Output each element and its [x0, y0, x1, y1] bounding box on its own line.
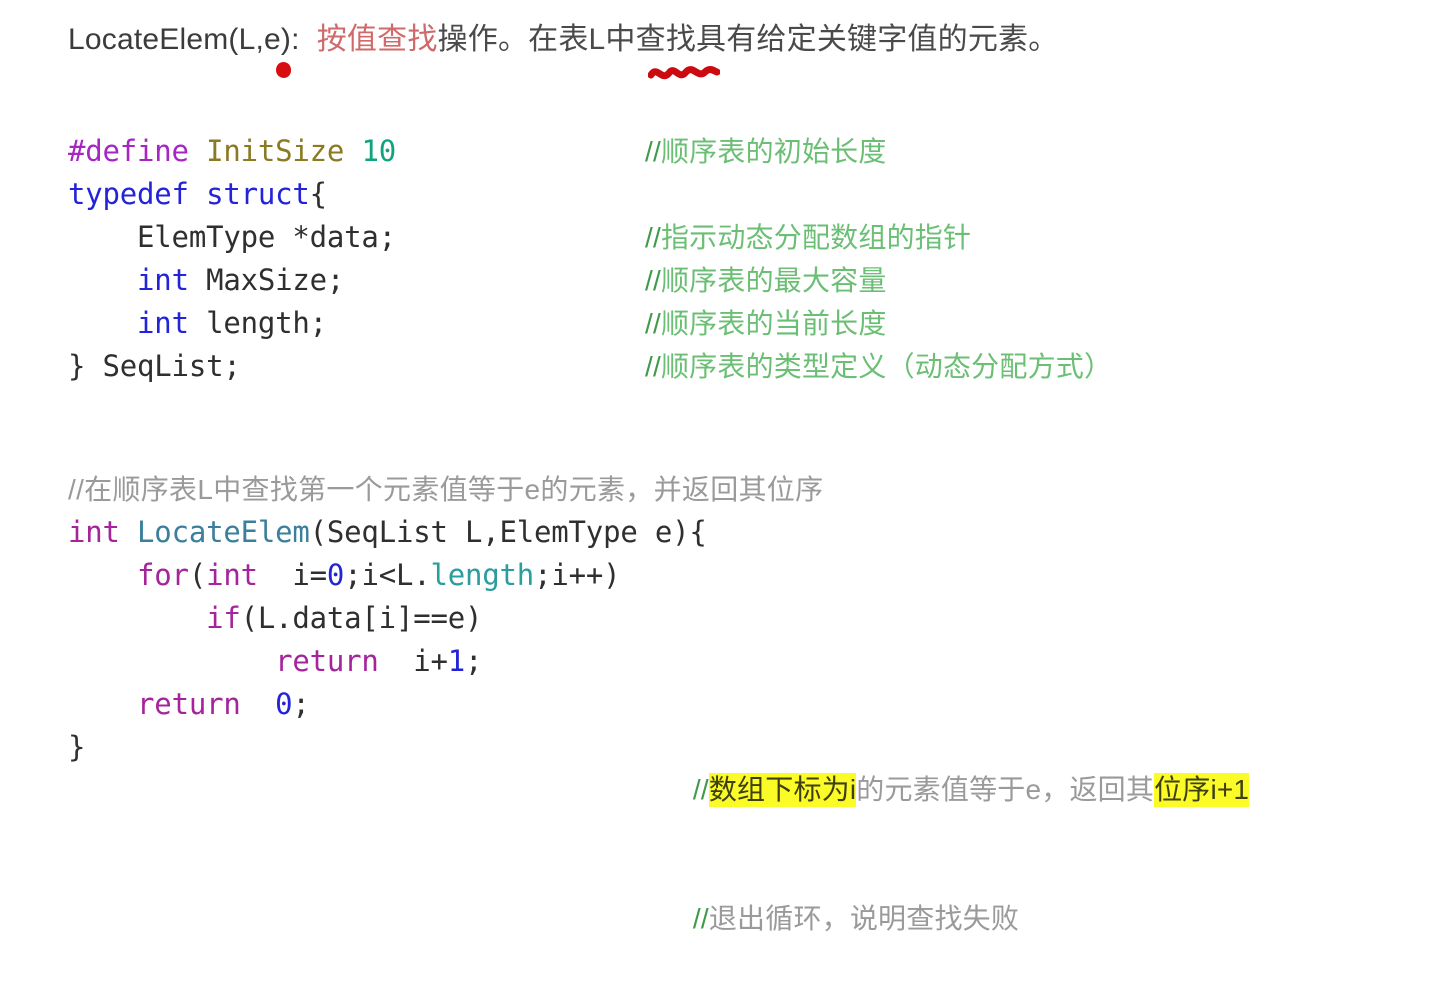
red-squiggle-annotation-icon	[647, 62, 721, 84]
title-highlight-term: 按值查找	[316, 23, 438, 56]
code-token: int	[206, 558, 258, 592]
comment-text: 顺序表的类型定义（动态分配方式）	[660, 351, 1113, 382]
comment-slashes: //	[645, 308, 661, 339]
code-token: int	[137, 306, 189, 340]
highlight-array-index: 数组下标为i	[708, 773, 857, 807]
code-token: return	[137, 687, 241, 721]
code-line: if(L.data[i]==e)	[68, 597, 707, 640]
code-token: if	[206, 601, 241, 635]
function-code-block: int LocateElem(SeqList L,ElemType e){ fo…	[68, 468, 707, 769]
struct-comment-line: //指示动态分配数组的指针	[645, 216, 1112, 259]
code-line: } SeqList;	[68, 345, 396, 388]
code-token: int	[68, 515, 120, 549]
highlight-position-index: 位序i+1	[1154, 773, 1250, 807]
code-token: (SeqList L,ElemType e){	[309, 515, 707, 549]
comment-slashes-exit: //	[692, 903, 709, 934]
comment-slashes: //	[645, 351, 661, 382]
comment-text: 指示动态分配数组的指针	[660, 222, 972, 253]
exit-comment-line: //退出循环，说明查找失败	[645, 854, 1249, 934]
code-token: i=	[257, 558, 327, 592]
code-token: length	[430, 558, 535, 592]
code-token: ;i++)	[534, 558, 621, 592]
comment-slashes: //	[645, 265, 661, 296]
comment-text: 顺序表的初始长度	[660, 136, 887, 167]
struct-code-block: #define InitSize 10 typedef struct{ ElemT…	[68, 130, 396, 388]
code-token: ;i<L.	[344, 558, 431, 592]
comment-slashes: //	[692, 774, 709, 805]
code-token: 0	[326, 558, 345, 592]
code-token: (L.data[i]==e)	[240, 601, 483, 635]
code-line: int length;	[68, 302, 396, 345]
code-token: 10	[361, 134, 396, 168]
code-token: }	[68, 730, 86, 764]
comment-slashes: //	[645, 136, 661, 167]
code-token: InitSize	[206, 134, 345, 168]
code-line: int MaxSize;	[68, 259, 396, 302]
code-token: (	[188, 558, 207, 592]
code-token: ElemType *data;	[68, 220, 396, 254]
return-comment-line: //数组下标为i的元素值等于e，返回其位序i+1	[645, 725, 1250, 807]
code-token: 1	[447, 644, 465, 678]
code-token: LocateElem	[137, 515, 310, 549]
code-token: ;	[465, 644, 483, 678]
code-token: typedef struct	[68, 177, 310, 211]
struct-comment-line: //顺序表的类型定义（动态分配方式）	[645, 345, 1112, 388]
return-comment-middle: 的元素值等于e，返回其	[856, 774, 1155, 805]
code-line: for(int i=0;i<L.length;i++)	[68, 554, 707, 597]
code-token: {	[309, 177, 327, 211]
struct-comment-line	[645, 173, 1112, 216]
code-token: for	[137, 558, 189, 592]
code-token: ;	[292, 687, 310, 721]
comment-text: 顺序表的最大容量	[660, 265, 887, 296]
code-token: 0	[275, 687, 293, 721]
code-token: i+	[378, 644, 448, 678]
red-dot-annotation-icon	[274, 61, 293, 79]
squiggle-svg	[647, 66, 721, 80]
struct-comment-line: //顺序表的最大容量	[645, 259, 1112, 302]
struct-comment-line: //顺序表的初始长度	[645, 130, 1112, 173]
page-title: LocateElem(L,e): 按值查找操作。在表L中查找具有给定关键字值的元…	[68, 20, 1058, 60]
code-line: return i+1;	[68, 640, 707, 683]
code-line: typedef struct{	[68, 173, 396, 216]
function-comment-column: //数组下标为i的元素值等于e，返回其位序i+1 //退出循环，说明查找失败	[645, 639, 1250, 983]
code-line: }	[68, 726, 707, 769]
slide-canvas: LocateElem(L,e): 按值查找操作。在表L中查找具有给定关键字值的元…	[0, 0, 1445, 934]
code-line: int LocateElem(SeqList L,ElemType e){	[68, 511, 707, 554]
code-line: return 0;	[68, 683, 707, 726]
code-token: #define	[68, 134, 189, 168]
code-token: } SeqList;	[68, 349, 241, 383]
comment-slashes: //	[645, 222, 661, 253]
title-signature: LocateElem(L,e):	[68, 23, 300, 56]
title-description: 操作。在表L中查找具有给定关键字值的元素。	[437, 23, 1059, 56]
struct-comment-column: //顺序表的初始长度 //指示动态分配数组的指针//顺序表的最大容量//顺序表的…	[645, 130, 1112, 388]
code-token: int	[137, 263, 189, 297]
code-token: return	[275, 644, 379, 678]
code-token: length;	[188, 306, 327, 340]
struct-comment-line: //顺序表的当前长度	[645, 302, 1112, 345]
comment-text: 顺序表的当前长度	[660, 308, 887, 339]
code-line: #define InitSize 10	[68, 130, 396, 173]
code-line: ElemType *data;	[68, 216, 396, 259]
exit-comment-text: 退出循环，说明查找失败	[708, 903, 1020, 934]
code-token: MaxSize;	[188, 263, 345, 297]
